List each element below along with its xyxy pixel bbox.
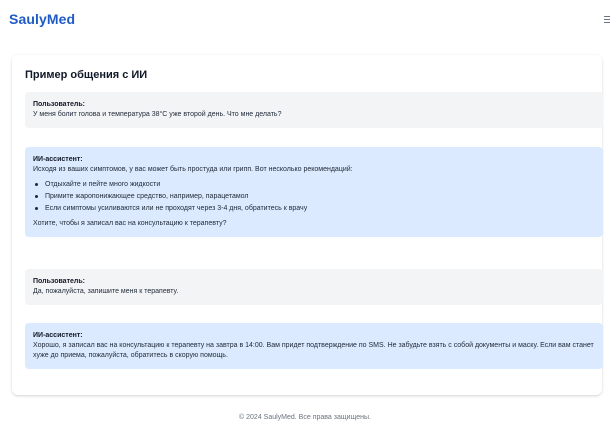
user-message: Пользователь: Да, пожалуйста, запишите м… (25, 269, 603, 305)
list-item: Если симптомы усиливаются или не проходя… (35, 203, 595, 215)
message-text: Хотите, чтобы я записал вас на консульта… (33, 220, 227, 227)
footer-copyright: © 2024 SaulyMed. Все права защищены. (239, 414, 371, 421)
message-text: Хорошо, я записал вас на консультацию к … (33, 342, 594, 359)
ai-message: ИИ-ассистент: Хорошо, я записал вас на к… (25, 323, 603, 369)
site-header: SaulyMed (0, 0, 610, 42)
chat-example-card: Пример общения с ИИ Пользователь: У меня… (12, 55, 603, 395)
recommendation-list: Отдыхайте и пейте много жидкости Примите… (33, 179, 595, 215)
message-text: У меня болит голова и температура 38°C у… (33, 111, 282, 118)
ai-message: ИИ-ассистент: Исходя из ваших симптомов,… (25, 147, 603, 237)
message-role: ИИ-ассистент: (33, 156, 83, 163)
user-message: Пользователь: У меня болит голова и темп… (25, 92, 603, 128)
message-role: ИИ-ассистент: (33, 332, 83, 339)
message-text: Исходя из ваших симптомов, у вас может б… (33, 166, 353, 173)
message-role: Пользователь: (33, 278, 85, 285)
message-role: Пользователь: (33, 101, 85, 108)
logo[interactable]: SaulyMed (9, 11, 75, 27)
message-text: Да, пожалуйста, запишите меня к терапевт… (33, 288, 179, 295)
list-item: Отдыхайте и пейте много жидкости (35, 179, 595, 191)
card-title: Пример общения с ИИ (25, 69, 148, 81)
menu-icon[interactable] (604, 16, 610, 24)
list-item: Примите жаропонижающее средство, наприме… (35, 191, 595, 203)
